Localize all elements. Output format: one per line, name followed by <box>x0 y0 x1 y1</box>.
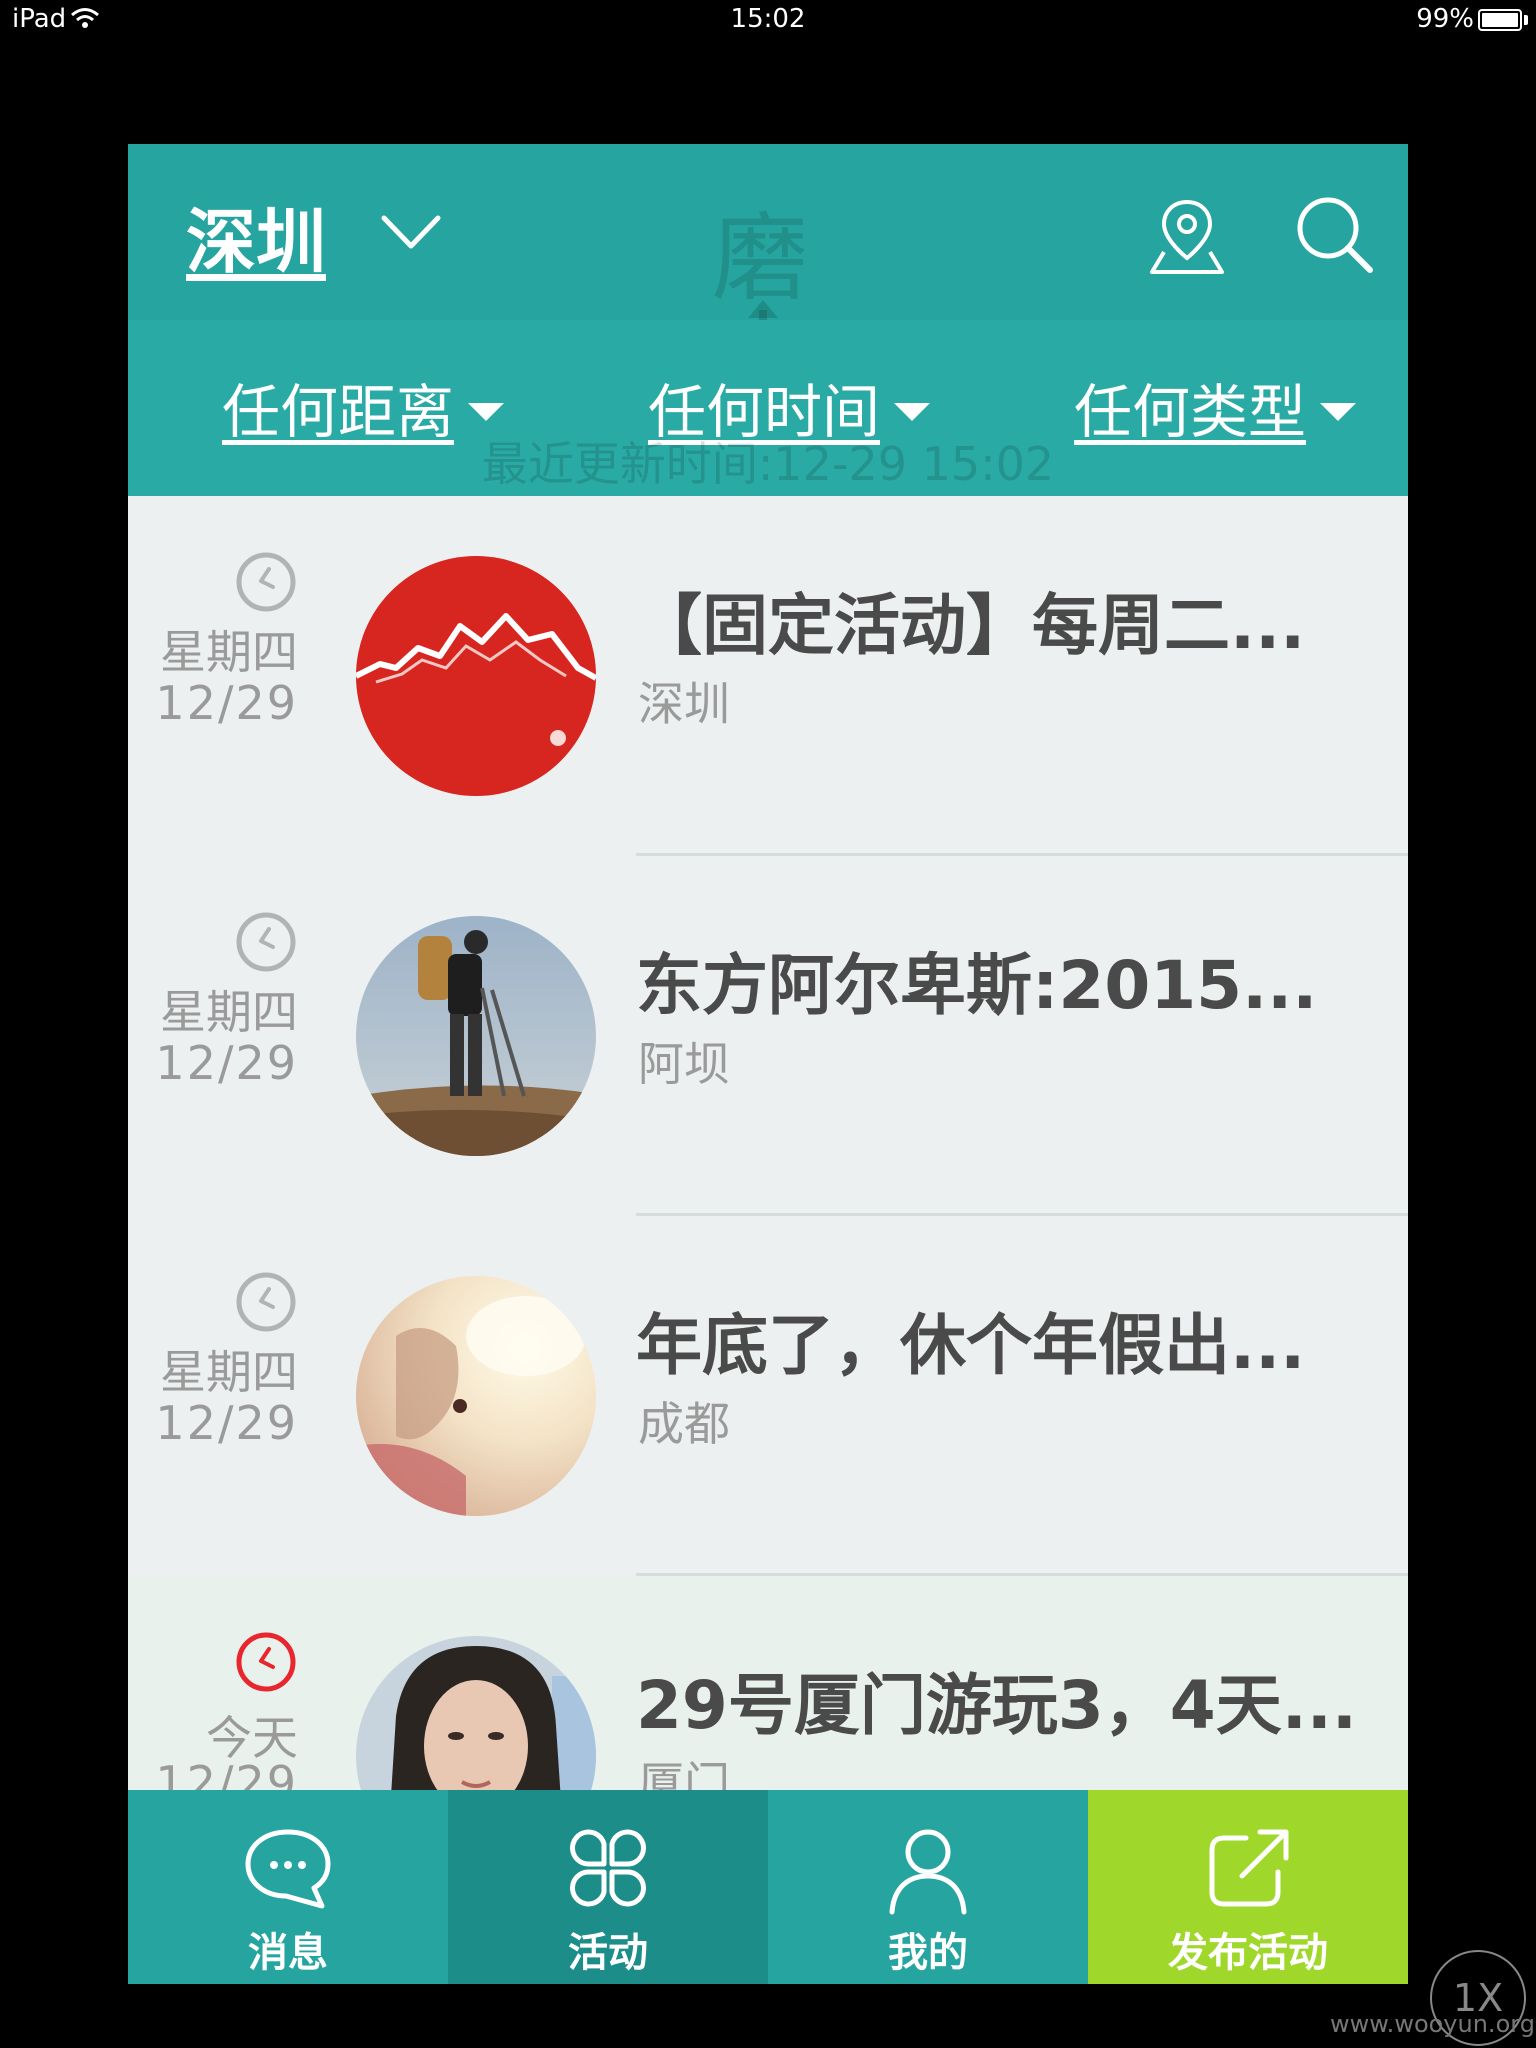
chevron-down-icon[interactable] <box>378 210 444 254</box>
activity-item[interactable]: 星期四 12/29 年底了，休个年假出... 成都 <box>128 1216 1408 1576</box>
activity-title: 29号厦门游玩3，4天... <box>636 1667 1357 1744</box>
activity-item[interactable]: 星期四 12/29 东方阿尔卑斯:2015... 阿坝 <box>128 856 1408 1216</box>
tab-activities-label: 活动 <box>568 1930 648 1976</box>
battery-percent: 99% <box>1416 4 1474 34</box>
share-out-icon <box>1209 1829 1289 1907</box>
watermark-text: www.wooyun.org <box>1330 2010 1535 2038</box>
map-pin-icon[interactable] <box>1146 196 1228 278</box>
tab-messages-label: 消息 <box>248 1930 328 1976</box>
last-update-text: 最近更新时间:12-29 15:02 <box>481 437 1055 491</box>
grid-clover-icon <box>570 1829 646 1907</box>
battery-icon <box>1478 9 1522 31</box>
clock-icon <box>236 1272 296 1332</box>
tab-activities[interactable]: 活动 <box>448 1790 768 1984</box>
app-window: 深圳 磨 任何距离 任何时间 任何类型 最近更新时间:12-29 15:02 星… <box>128 144 1408 1984</box>
status-bar: iPad 15:02 99% <box>0 0 1536 40</box>
activity-title: 【固定活动】每周二... <box>636 587 1306 664</box>
tab-messages[interactable]: 消息 <box>128 1790 448 1984</box>
clock-icon <box>236 912 296 972</box>
city-selector[interactable]: 深圳 <box>186 186 326 287</box>
activity-item[interactable]: 星期四 12/29 【固定活动】每周二... 深圳 <box>128 496 1408 856</box>
activity-weekday: 星期四 <box>160 625 298 679</box>
person-icon <box>889 1829 967 1915</box>
activity-title: 年底了，休个年假出... <box>636 1307 1306 1384</box>
dropdown-triangle-icon <box>894 403 931 421</box>
activity-date: 12/29 <box>155 676 298 730</box>
activity-avatar[interactable] <box>356 556 596 796</box>
clock-time: 15:02 <box>730 4 806 34</box>
tab-publish-label: 发布活动 <box>1168 1930 1328 1976</box>
tab-mine[interactable]: 我的 <box>768 1790 1088 1984</box>
activity-avatar[interactable] <box>356 916 596 1156</box>
clock-today-icon <box>236 1632 296 1692</box>
search-icon[interactable] <box>1292 192 1376 276</box>
tab-publish-activity[interactable]: 发布活动 <box>1088 1790 1408 1984</box>
activity-location: 成都 <box>638 1397 730 1451</box>
tab-bar: 消息 活动 我的 发布活动 <box>128 1790 1408 1984</box>
activity-list: 星期四 12/29 【固定活动】每周二... 深圳 星期四 12/29 东方阿尔… <box>128 496 1408 1936</box>
filter-bar: 任何距离 任何时间 任何类型 最近更新时间:12-29 15:02 <box>128 320 1408 496</box>
dropdown-triangle-icon <box>1320 403 1357 421</box>
activity-location: 深圳 <box>638 677 730 731</box>
tab-mine-label: 我的 <box>888 1930 968 1976</box>
activity-date: 12/29 <box>155 1036 298 1090</box>
chat-bubble-icon <box>245 1829 331 1909</box>
activity-weekday: 星期四 <box>160 985 298 1039</box>
activity-title: 东方阿尔卑斯:2015... <box>636 947 1318 1024</box>
activity-location: 阿坝 <box>638 1037 730 1091</box>
activity-weekday: 星期四 <box>160 1345 298 1399</box>
clock-icon <box>236 552 296 612</box>
app-logo-watermark: 磨 <box>712 202 808 314</box>
activity-avatar[interactable] <box>356 1276 596 1516</box>
battery-tip <box>1524 15 1528 25</box>
activity-date: 12/29 <box>155 1396 298 1450</box>
dropdown-triangle-icon <box>468 403 505 421</box>
header: 深圳 磨 <box>128 144 1408 358</box>
